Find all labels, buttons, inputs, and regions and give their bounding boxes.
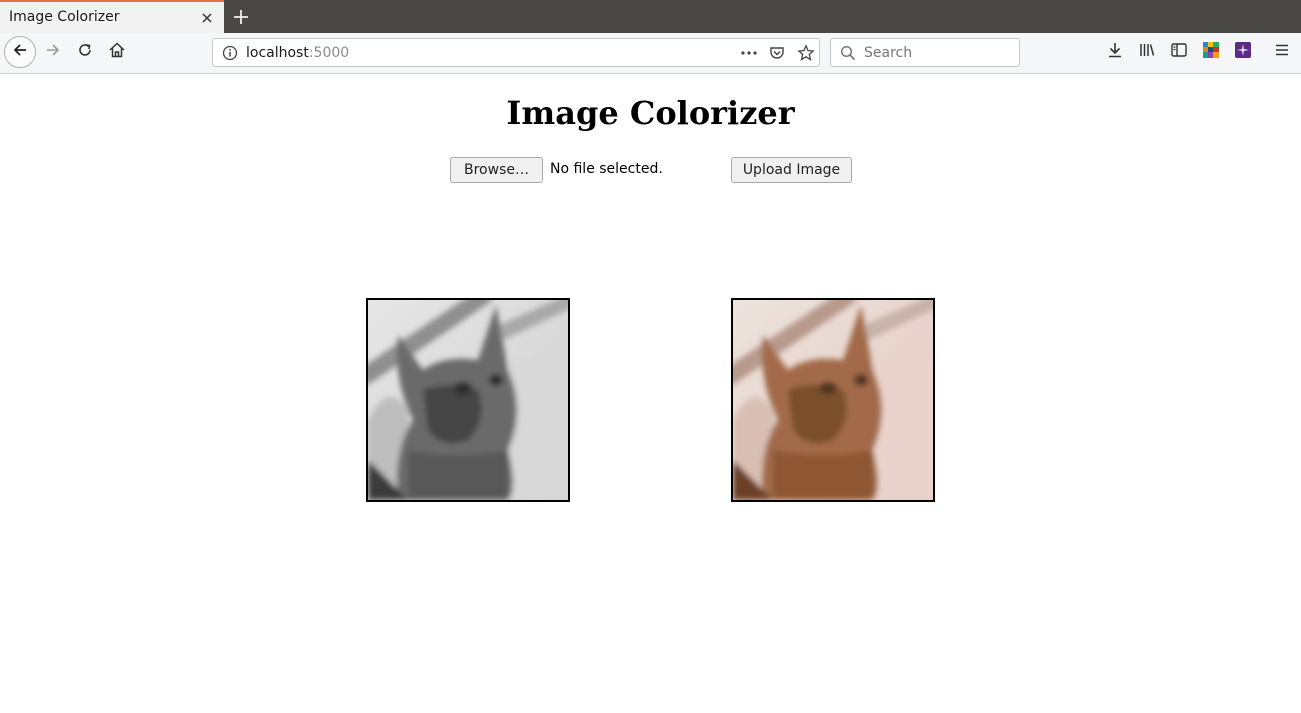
library-icon: [1138, 41, 1156, 63]
back-button[interactable]: [4, 36, 36, 68]
nav-toolbar: localhost:5000 Search: [0, 33, 1301, 74]
library-button[interactable]: [1133, 38, 1161, 66]
search-bar[interactable]: Search: [830, 38, 1020, 67]
upload-image-button[interactable]: Upload Image: [731, 157, 852, 183]
reload-icon: [76, 41, 94, 63]
url-host: localhost: [246, 45, 309, 61]
page-title: Image Colorizer: [506, 94, 795, 132]
url-text: localhost:5000: [246, 45, 349, 61]
back-icon: [11, 41, 29, 63]
search-placeholder: Search: [864, 45, 913, 61]
file-status-text: No file selected.: [550, 161, 663, 177]
colorized-cat-image: [731, 298, 935, 502]
extension-button[interactable]: [1197, 38, 1225, 66]
sidebar-icon: [1170, 41, 1188, 63]
tab-title: Image Colorizer: [9, 9, 120, 25]
tab-strip: Image Colorizer: [0, 0, 1301, 33]
site-info-icon[interactable]: [222, 45, 238, 65]
pocket-icon[interactable]: [769, 45, 785, 65]
bookmark-star-icon[interactable]: [797, 44, 815, 66]
home-button[interactable]: [103, 38, 131, 66]
url-bar[interactable]: localhost:5000: [212, 38, 820, 67]
reload-button[interactable]: [71, 38, 99, 66]
url-port: :5000: [308, 45, 350, 61]
forward-button[interactable]: [39, 38, 67, 66]
menu-button[interactable]: [1268, 38, 1296, 66]
sidebar-button[interactable]: [1165, 38, 1193, 66]
new-tab-icon[interactable]: [230, 6, 252, 28]
close-icon[interactable]: [199, 10, 215, 26]
downloads-button[interactable]: [1101, 38, 1129, 66]
search-icon: [840, 45, 856, 65]
menu-icon: [1273, 41, 1291, 63]
extension-icon: [1202, 41, 1220, 63]
download-icon: [1106, 41, 1124, 63]
home-icon: [108, 41, 126, 63]
browse-button[interactable]: Browse…: [450, 157, 543, 183]
grayscale-cat-image: [366, 298, 570, 502]
extension-icon-2: [1234, 41, 1252, 63]
extension-button-2[interactable]: [1229, 38, 1257, 66]
forward-icon: [44, 41, 62, 63]
page-actions-icon[interactable]: [739, 45, 759, 65]
browser-tab[interactable]: Image Colorizer: [0, 0, 224, 33]
